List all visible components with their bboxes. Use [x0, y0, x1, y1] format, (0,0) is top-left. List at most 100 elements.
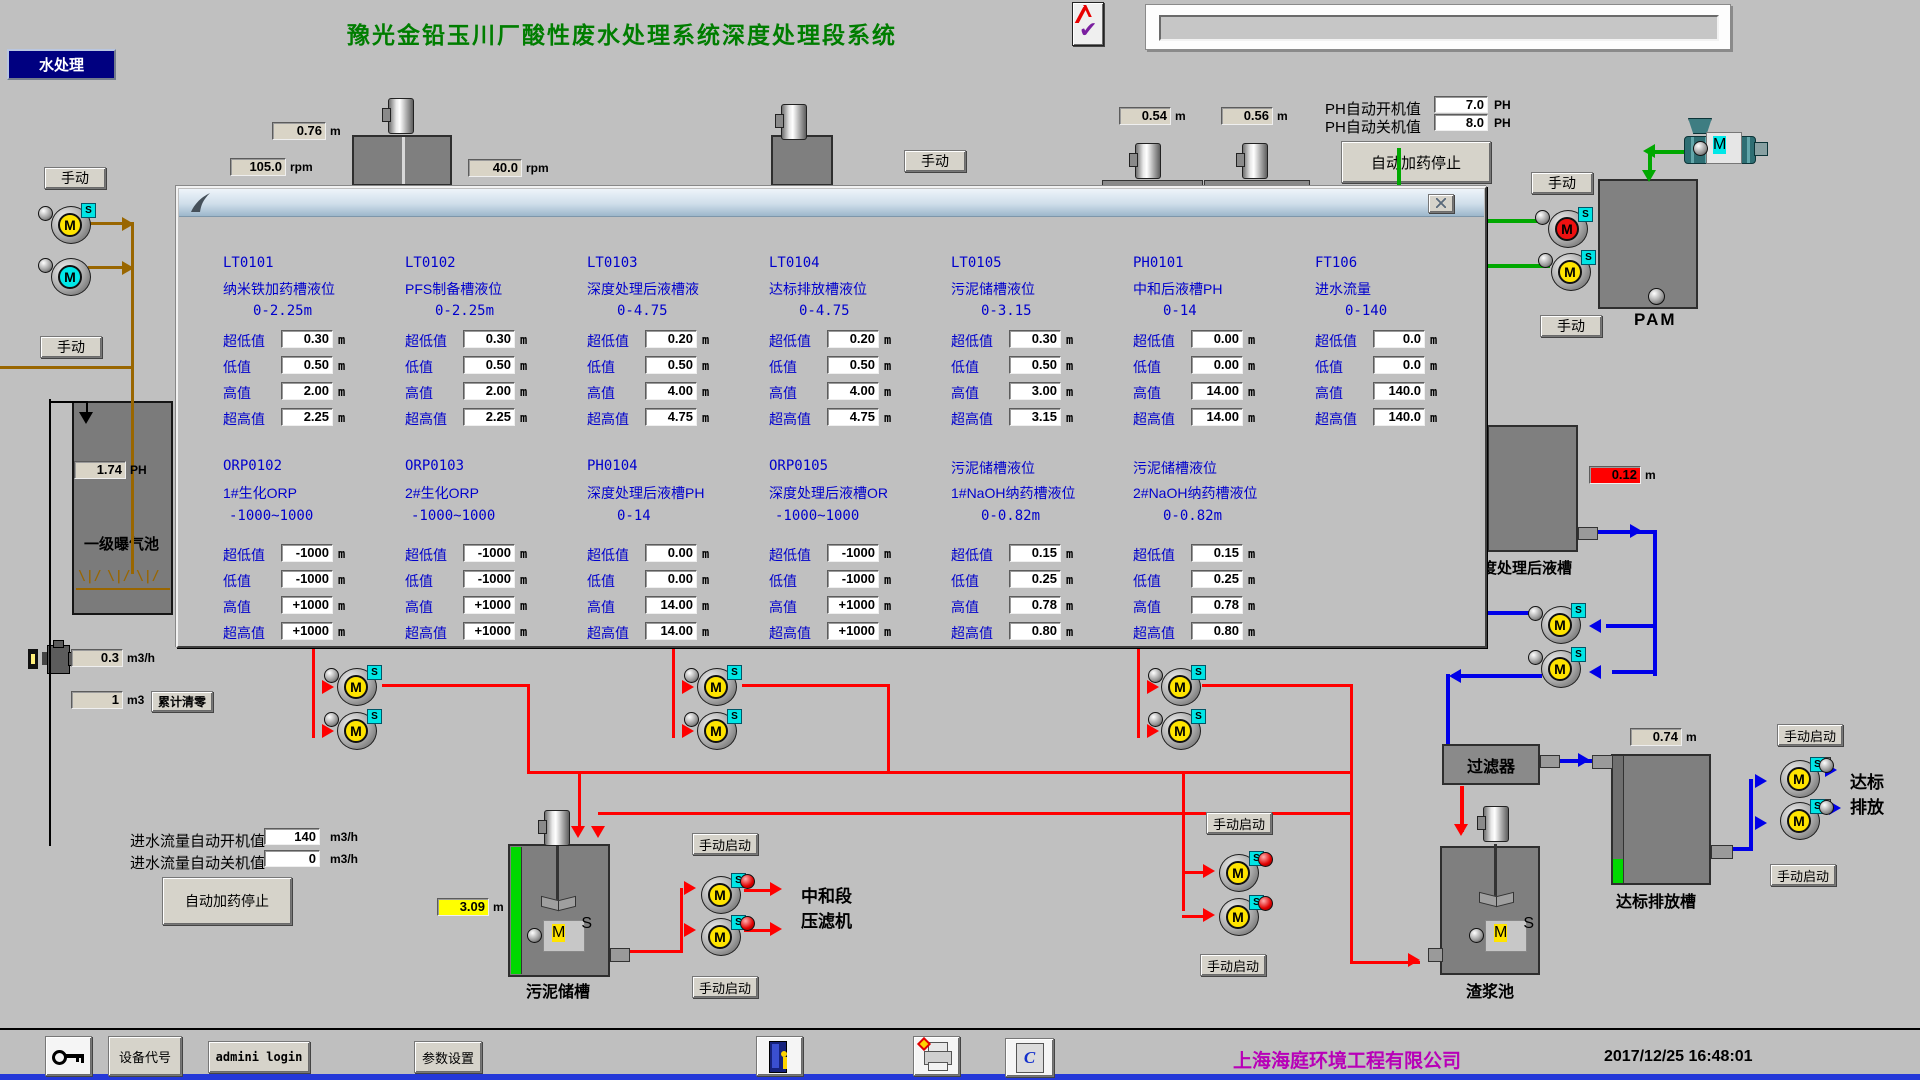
param-limit-input[interactable]: -1000: [281, 544, 333, 562]
dosing-pump[interactable]: MS: [696, 710, 740, 752]
param-limit-input[interactable]: 0.30: [463, 330, 515, 348]
param-limit-input[interactable]: 0.15: [1191, 544, 1243, 562]
alarm-ack-button[interactable]: ✔: [1072, 2, 1104, 46]
dosing-pump[interactable]: MS: [696, 666, 740, 708]
alarm-banner[interactable]: [1159, 15, 1719, 41]
param-limit-input[interactable]: 4.00: [827, 382, 879, 400]
param-limit-input[interactable]: 0.50: [645, 356, 697, 374]
param-limit-input[interactable]: 0.30: [1009, 330, 1061, 348]
exit-button[interactable]: [756, 1036, 803, 1076]
dialog-close-button[interactable]: [1428, 194, 1454, 213]
ph-auto-off-input[interactable]: 8.0: [1434, 114, 1488, 131]
manual-start-button[interactable]: 手动启动: [692, 976, 758, 998]
manual-start-button[interactable]: 手动启动: [1777, 724, 1843, 746]
pam-dosing-pump[interactable]: MS: [1547, 208, 1591, 250]
flow-auto-off-input[interactable]: 0: [264, 850, 320, 867]
param-limit-input[interactable]: 140.0: [1373, 408, 1425, 426]
param-settings-button[interactable]: 参数设置: [414, 1041, 482, 1073]
param-limit-input[interactable]: 0.25: [1009, 570, 1061, 588]
manual-button[interactable]: 手动: [40, 336, 102, 358]
dosing-pump[interactable]: MS: [1160, 710, 1204, 752]
pam-dosing-pump[interactable]: MS: [1550, 251, 1594, 293]
param-limit-input[interactable]: -1000: [463, 544, 515, 562]
param-limit-input[interactable]: 0.00: [645, 544, 697, 562]
param-limit-input[interactable]: 0.50: [1009, 356, 1061, 374]
admin-login-button[interactable]: admini login: [208, 1041, 310, 1073]
param-limit-input[interactable]: 140.0: [1373, 382, 1425, 400]
param-limit-input[interactable]: 14.00: [645, 596, 697, 614]
param-limit-input[interactable]: 2.25: [281, 408, 333, 426]
manual-start-button[interactable]: 手动启动: [1206, 812, 1272, 834]
param-limit-input[interactable]: 0.50: [463, 356, 515, 374]
param-limit-input[interactable]: 0.0: [1373, 356, 1425, 374]
param-limit-input[interactable]: 0.50: [827, 356, 879, 374]
param-limit-input[interactable]: 3.15: [1009, 408, 1061, 426]
print-button[interactable]: [913, 1036, 960, 1076]
flow-meter-icon[interactable]: [26, 640, 70, 674]
manual-start-button[interactable]: 手动启动: [1770, 864, 1836, 886]
param-limit-input[interactable]: 0.00: [1191, 356, 1243, 374]
sludge-press-pump[interactable]: MS: [700, 916, 744, 958]
sludge-press-pump[interactable]: MS: [700, 874, 744, 916]
param-limit-input[interactable]: +1000: [463, 622, 515, 640]
dosing-pump[interactable]: MS: [1160, 666, 1204, 708]
param-limit-input[interactable]: 0.20: [827, 330, 879, 348]
transfer-pump[interactable]: MS: [1218, 896, 1262, 938]
ph-auto-on-input[interactable]: 7.0: [1434, 96, 1488, 113]
param-limit-input[interactable]: -1000: [827, 544, 879, 562]
auto-dose-stop-button-left[interactable]: 自动加药停止: [162, 877, 292, 925]
flow-auto-on-input[interactable]: 140: [264, 828, 320, 845]
discharge-pump[interactable]: MS: [1779, 800, 1823, 842]
param-limit-input[interactable]: -1000: [827, 570, 879, 588]
param-limit-input[interactable]: 0.78: [1191, 596, 1243, 614]
param-limit-input[interactable]: 0.20: [645, 330, 697, 348]
param-limit-input[interactable]: 0.00: [1191, 330, 1243, 348]
sludge-mixer-motor[interactable]: MS: [543, 920, 585, 952]
param-limit-input[interactable]: 2.00: [463, 382, 515, 400]
param-limit-input[interactable]: 0.50: [281, 356, 333, 374]
param-limit-input[interactable]: 4.75: [645, 408, 697, 426]
param-limit-input[interactable]: 2.00: [281, 382, 333, 400]
param-limit-input[interactable]: 4.00: [645, 382, 697, 400]
param-limit-input[interactable]: 14.00: [1191, 382, 1243, 400]
report-button[interactable]: C: [1005, 1038, 1054, 1077]
transfer-pump[interactable]: MS: [1218, 852, 1262, 894]
slag-mixer-motor[interactable]: MS: [1485, 920, 1527, 952]
param-limit-input[interactable]: 0.15: [1009, 544, 1061, 562]
param-limit-input[interactable]: 2.25: [463, 408, 515, 426]
param-limit-input[interactable]: 0.30: [281, 330, 333, 348]
param-limit-input[interactable]: 14.00: [645, 622, 697, 640]
auto-dose-stop-button-top[interactable]: 自动加药停止: [1341, 141, 1491, 183]
param-limit-input[interactable]: +1000: [281, 622, 333, 640]
param-limit-input[interactable]: -1000: [463, 570, 515, 588]
manual-button[interactable]: 手动: [44, 167, 106, 189]
param-limit-input[interactable]: 14.00: [1191, 408, 1243, 426]
clear-total-button[interactable]: 累计清零: [151, 691, 213, 712]
manual-start-button[interactable]: 手动启动: [692, 833, 758, 855]
pump-nano-iron-2[interactable]: M: [50, 256, 94, 298]
manual-start-button[interactable]: 手动启动: [1200, 954, 1266, 976]
param-limit-input[interactable]: 0.80: [1191, 622, 1243, 640]
deep-tank-pump[interactable]: MS: [1540, 604, 1584, 646]
param-limit-input[interactable]: 0.80: [1009, 622, 1061, 640]
manual-button[interactable]: 手动: [904, 150, 966, 172]
deep-tank-pump[interactable]: MS: [1540, 648, 1584, 690]
param-limit-input[interactable]: 4.75: [827, 408, 879, 426]
feeder-motor[interactable]: M: [1706, 132, 1742, 164]
param-limit-input[interactable]: +1000: [827, 596, 879, 614]
device-code-button[interactable]: 设备代号: [108, 1036, 182, 1076]
pump-nano-iron-1[interactable]: MS: [50, 204, 94, 246]
param-limit-input[interactable]: 0.00: [645, 570, 697, 588]
dosing-pump[interactable]: MS: [336, 710, 380, 752]
param-limit-input[interactable]: 0.0: [1373, 330, 1425, 348]
pam-tank-drain-ball[interactable]: [1648, 288, 1665, 305]
param-limit-input[interactable]: +1000: [463, 596, 515, 614]
dosing-pump[interactable]: MS: [336, 666, 380, 708]
param-limit-input[interactable]: -1000: [281, 570, 333, 588]
manual-button[interactable]: 手动: [1531, 172, 1593, 194]
key-login-button[interactable]: [45, 1036, 92, 1076]
param-limit-input[interactable]: 3.00: [1009, 382, 1061, 400]
param-limit-input[interactable]: 0.25: [1191, 570, 1243, 588]
param-limit-input[interactable]: 0.78: [1009, 596, 1061, 614]
param-limit-input[interactable]: +1000: [281, 596, 333, 614]
